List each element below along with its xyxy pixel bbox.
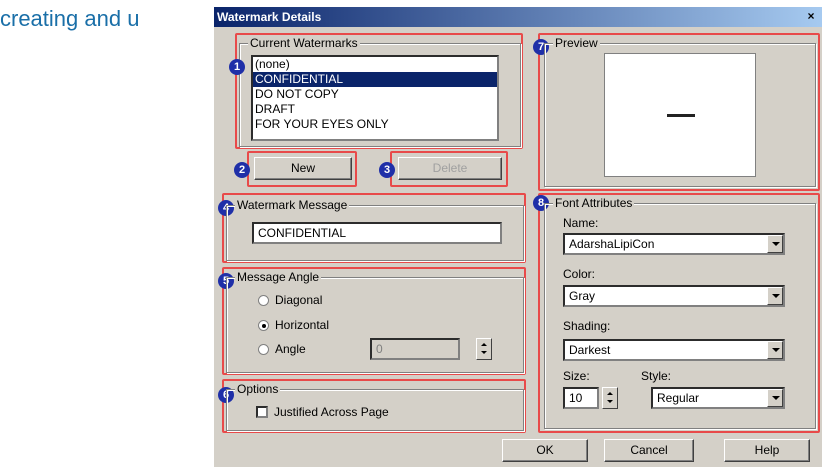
watermarks-listbox[interactable]: (none) CONFIDENTIAL DO NOT COPY DRAFT FO… [251, 55, 499, 141]
angle-input[interactable]: 0 [370, 338, 460, 360]
preview-canvas [604, 53, 756, 177]
shading-label: Shading: [563, 319, 611, 333]
watermark-details-dialog: Watermark Details × Current Watermarks 1… [213, 6, 822, 467]
watermark-message-input[interactable]: CONFIDENTIAL [252, 222, 502, 244]
spin-up-icon[interactable] [481, 343, 487, 346]
ok-button[interactable]: OK [502, 439, 588, 462]
radio-label: Horizontal [275, 318, 330, 332]
style-value: Regular [657, 391, 700, 405]
watermark-preview-mark [667, 114, 695, 117]
delete-button[interactable]: Delete [398, 157, 502, 180]
title-bar: Watermark Details × [214, 7, 822, 27]
radio-label: Angle [275, 342, 306, 356]
radio-diagonal[interactable]: Diagonal [258, 293, 322, 307]
font-attributes-title: Font Attributes [553, 196, 635, 210]
callout-badge-2: 2 [234, 162, 250, 178]
watermark-message-title: Watermark Message [235, 198, 350, 212]
message-angle-title: Message Angle [235, 270, 322, 284]
font-name-value: AdarshaLipiCon [569, 237, 655, 251]
chevron-down-icon[interactable] [767, 235, 783, 253]
size-spinner[interactable] [602, 387, 618, 409]
font-name-label: Name: [563, 216, 599, 230]
justified-checkbox[interactable]: Justified Across Page [256, 405, 389, 419]
size-label: Size: [563, 369, 590, 383]
cancel-button[interactable]: Cancel [604, 439, 694, 462]
color-select[interactable]: Gray [563, 285, 785, 307]
shading-select[interactable]: Darkest [563, 339, 785, 361]
list-item[interactable]: (none) [253, 57, 497, 72]
spin-down-icon[interactable] [607, 400, 613, 403]
preview-title: Preview [553, 36, 600, 50]
list-item[interactable]: DRAFT [253, 102, 497, 117]
background-heading: creating and u [0, 6, 140, 31]
radio-horizontal[interactable]: Horizontal [258, 318, 329, 332]
list-item[interactable]: FOR YOUR EYES ONLY [253, 117, 497, 132]
chevron-down-icon[interactable] [767, 389, 783, 407]
dialog-title: Watermark Details [217, 10, 322, 24]
font-name-select[interactable]: AdarshaLipiCon [563, 233, 785, 255]
help-button[interactable]: Help [724, 439, 810, 462]
spin-up-icon[interactable] [607, 392, 613, 395]
list-item-selected[interactable]: CONFIDENTIAL [253, 72, 497, 87]
checkbox-label: Justified Across Page [274, 405, 389, 419]
chevron-down-icon[interactable] [767, 341, 783, 359]
radio-button[interactable] [258, 294, 269, 306]
callout-badge-3: 3 [379, 162, 395, 178]
color-value: Gray [569, 289, 596, 303]
chevron-down-icon[interactable] [767, 287, 783, 305]
radio-button-selected[interactable] [258, 319, 269, 331]
style-select[interactable]: Regular [651, 387, 785, 409]
radio-label: Diagonal [275, 293, 323, 307]
style-label: Style: [641, 369, 672, 383]
shading-value: Darkest [569, 343, 611, 357]
current-watermarks-title: Current Watermarks [248, 36, 360, 50]
list-item[interactable]: DO NOT COPY [253, 87, 497, 102]
spin-down-icon[interactable] [481, 351, 487, 354]
angle-spinner[interactable] [476, 338, 492, 360]
close-icon[interactable]: × [804, 10, 818, 23]
callout-badge-1: 1 [229, 59, 245, 75]
options-title: Options [235, 382, 281, 396]
size-input[interactable]: 10 [563, 387, 599, 409]
new-button[interactable]: New [254, 157, 352, 180]
color-label: Color: [563, 267, 596, 281]
checkbox[interactable] [256, 406, 268, 418]
radio-button[interactable] [258, 343, 269, 355]
radio-angle[interactable]: Angle [258, 342, 306, 356]
